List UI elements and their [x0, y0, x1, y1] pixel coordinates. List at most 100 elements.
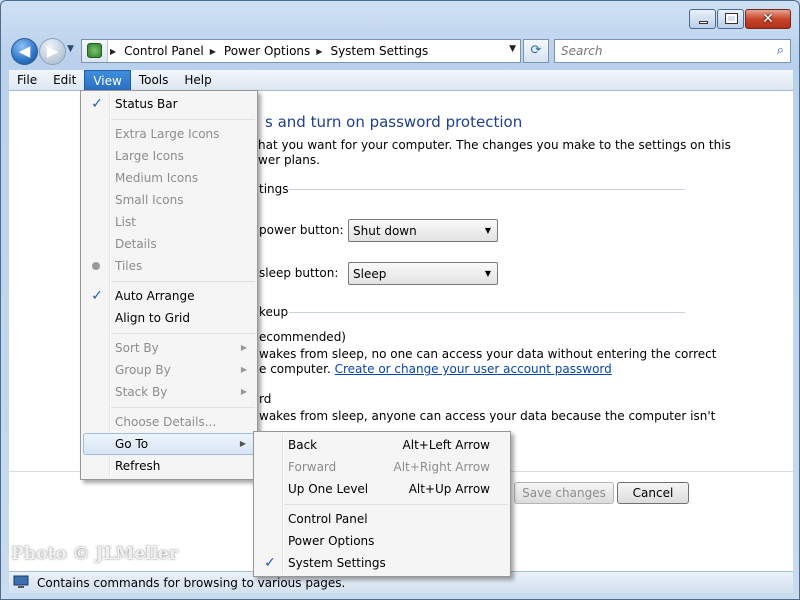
radio-bullet-icon	[92, 262, 100, 270]
menu-separator	[111, 333, 255, 334]
breadcrumb-control-panel[interactable]: Control Panel	[118, 44, 208, 58]
control-panel-icon	[82, 40, 108, 62]
chevron-down-icon: ▼	[484, 269, 491, 278]
description-text: e computer.	[259, 362, 331, 376]
menu-item-align-to-grid[interactable]: Align to Grid	[83, 307, 255, 329]
menu-item-label: Status Bar	[115, 97, 178, 111]
menu-item-label: Forward	[288, 460, 337, 474]
menu-item-refresh[interactable]: Refresh	[83, 455, 255, 477]
section-divider	[289, 189, 685, 190]
minimize-icon	[699, 21, 708, 24]
menu-item-small-icons[interactable]: Small Icons	[83, 189, 255, 211]
caption-buttons: ✕	[688, 9, 791, 29]
cancel-button[interactable]: Cancel	[617, 482, 689, 504]
menu-item-label: Power Options	[288, 534, 375, 548]
menu-separator	[111, 281, 255, 282]
photo-watermark: Photo © JLMeller	[11, 544, 178, 564]
back-arrow-icon: ◀	[18, 42, 31, 60]
option-no-password-title[interactable]: rd	[259, 392, 271, 406]
menu-item-large-icons[interactable]: Large Icons	[83, 145, 255, 167]
forward-arrow-icon: ▶	[46, 42, 59, 60]
menu-help[interactable]: Help	[176, 70, 219, 91]
menu-item-list[interactable]: List	[83, 211, 255, 233]
option-require-password-title[interactable]: ecommended)	[259, 330, 346, 344]
menu-item-label: Medium Icons	[115, 171, 199, 185]
menu-item-medium-icons[interactable]: Medium Icons	[83, 167, 255, 189]
menu-item-label: Go To	[115, 437, 149, 451]
submenu-arrow-icon: ▶	[239, 439, 246, 448]
menu-item-sort-by[interactable]: Sort By ▶	[83, 337, 255, 359]
menu-item-control-panel[interactable]: Control Panel	[256, 508, 508, 530]
menu-separator	[111, 407, 255, 408]
close-icon: ✕	[762, 11, 774, 27]
menu-item-label: Back	[288, 438, 318, 452]
forward-button[interactable]: ▶	[39, 38, 66, 65]
page-title: s and turn on password protection	[265, 113, 523, 131]
view-menu: ✓ Status Bar Extra Large Icons Large Ico…	[80, 90, 258, 480]
create-password-link[interactable]: Create or change your user account passw…	[335, 362, 612, 376]
menu-item-label: Large Icons	[115, 149, 184, 163]
sleep-button-value: Sleep	[353, 267, 387, 281]
search-icon[interactable]: ⌕	[777, 43, 784, 58]
menu-item-forward[interactable]: Forward Alt+Right Arrow	[256, 456, 508, 478]
menu-item-shortcut: Alt+Left Arrow	[402, 438, 490, 452]
maximize-button[interactable]	[717, 9, 744, 29]
menu-item-auto-arrange[interactable]: ✓ Auto Arrange	[83, 285, 255, 307]
menu-item-stack-by[interactable]: Stack By ▶	[83, 381, 255, 403]
menu-item-label: Small Icons	[115, 193, 184, 207]
refresh-button[interactable]: ⟳	[523, 39, 549, 63]
submenu-arrow-icon: ▶	[240, 365, 247, 374]
breadcrumb-separator-icon[interactable]: ▶	[208, 47, 218, 56]
section-password-label: keup	[259, 305, 289, 319]
menu-item-label: Choose Details...	[115, 415, 217, 429]
menu-item-label: Tiles	[115, 259, 143, 273]
close-button[interactable]: ✕	[745, 9, 791, 29]
menu-item-status-bar[interactable]: ✓ Status Bar	[83, 93, 255, 115]
breadcrumb-system-settings[interactable]: System Settings	[324, 44, 432, 58]
chevron-down-icon: ▼	[484, 226, 491, 235]
menu-item-power-options[interactable]: Power Options	[256, 530, 508, 552]
save-changes-button[interactable]: Save changes	[514, 482, 614, 504]
section-divider	[289, 312, 685, 313]
menu-item-label: Control Panel	[288, 512, 368, 526]
search-box[interactable]: ⌕	[554, 39, 791, 63]
address-dropdown-icon[interactable]: ▼	[509, 44, 516, 54]
menu-item-back[interactable]: Back Alt+Left Arrow	[256, 434, 508, 456]
menu-edit[interactable]: Edit	[45, 70, 84, 91]
option-no-password-description: wakes from sleep, anyone can access your…	[259, 409, 716, 423]
breadcrumb-separator-icon[interactable]: ▶	[314, 47, 324, 56]
menu-item-go-to[interactable]: Go To ▶	[83, 433, 255, 455]
menu-view[interactable]: View	[84, 70, 131, 91]
menu-bar: File Edit View Tools Help	[9, 70, 793, 91]
menu-item-details[interactable]: Details	[83, 233, 255, 255]
menu-item-label: Refresh	[115, 459, 161, 473]
recent-pages-dropdown-icon[interactable]: ▼	[67, 44, 74, 54]
back-button[interactable]: ◀	[11, 38, 38, 65]
menu-item-up-one-level[interactable]: Up One Level Alt+Up Arrow	[256, 478, 508, 500]
minimize-button[interactable]	[689, 9, 716, 29]
breadcrumb-power-options[interactable]: Power Options	[218, 44, 314, 58]
computer-icon	[13, 575, 29, 588]
power-button-select[interactable]: Shut down ▼	[348, 219, 498, 242]
maximize-icon	[725, 13, 738, 24]
menu-item-tiles[interactable]: Tiles	[83, 255, 255, 277]
menu-item-label: Group By	[115, 363, 171, 377]
menu-file[interactable]: File	[9, 70, 45, 91]
menu-item-group-by[interactable]: Group By ▶	[83, 359, 255, 381]
sleep-button-select[interactable]: Sleep ▼	[348, 262, 498, 285]
menu-item-label: Align to Grid	[115, 311, 190, 325]
menu-item-shortcut: Alt+Up Arrow	[408, 482, 490, 496]
search-input[interactable]	[559, 41, 759, 61]
menu-item-choose-details[interactable]: Choose Details...	[83, 411, 255, 433]
section-button-settings-label: tings	[259, 182, 289, 196]
menu-item-system-settings[interactable]: ✓ System Settings	[256, 552, 508, 574]
menu-tools[interactable]: Tools	[131, 70, 177, 91]
sleep-button-label: sleep button:	[259, 266, 339, 280]
address-bar[interactable]: ▶ Control Panel ▶ Power Options ▶ System…	[81, 39, 521, 63]
submenu-arrow-icon: ▶	[240, 387, 247, 396]
menu-item-label: Sort By	[115, 341, 159, 355]
menu-item-label: Extra Large Icons	[115, 127, 220, 141]
power-button-value: Shut down	[353, 224, 417, 238]
menu-item-extra-large-icons[interactable]: Extra Large Icons	[83, 123, 255, 145]
breadcrumb-separator-icon[interactable]: ▶	[108, 47, 118, 56]
